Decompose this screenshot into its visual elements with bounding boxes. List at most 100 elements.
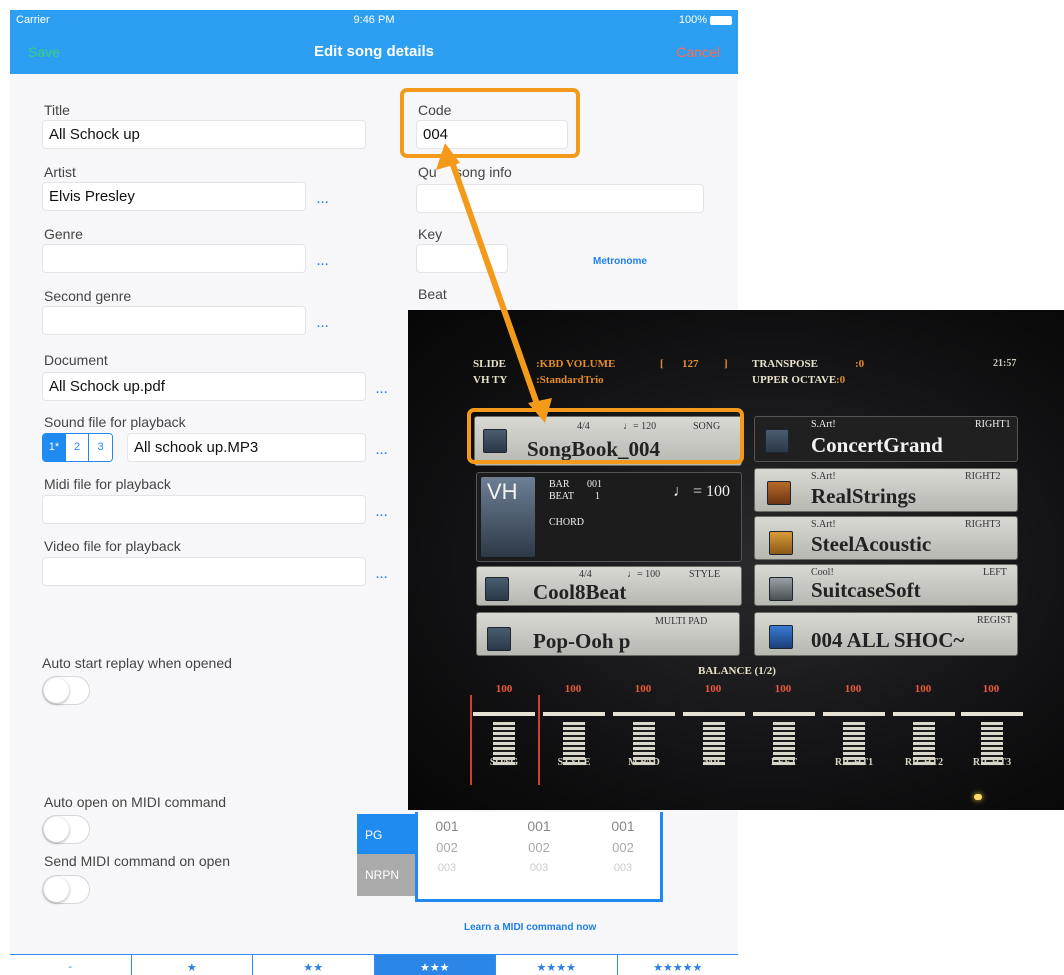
right1-prefix: S.Art! (811, 419, 836, 430)
multi-pad-name: Pop-Ooh p (533, 629, 631, 653)
left-tag: LEFT (983, 567, 1007, 578)
balance-value: 100 (982, 683, 1000, 695)
style-icon (485, 577, 509, 601)
right3-panel[interactable]: S.Art! RIGHT3 SteelAcoustic (754, 516, 1018, 560)
auto-start-toggle[interactable] (42, 676, 90, 705)
right2-prefix: S.Art! (811, 471, 836, 482)
vh-logo: VH (487, 479, 518, 504)
genre-more-button[interactable]: ... (317, 256, 329, 268)
battery-percent: 100% (678, 14, 707, 26)
code-highlight-box (400, 88, 580, 158)
slider-value: :KBD VOLUME (536, 358, 616, 370)
beat-value: 1 (595, 491, 600, 502)
midi-picker-column-1[interactable]: 001 002 003 (422, 818, 472, 874)
electric-piano-icon (769, 577, 793, 601)
genre-label: Genre (44, 226, 83, 242)
right2-panel[interactable]: S.Art! RIGHT2 RealStrings (754, 468, 1018, 512)
balance-level-line (961, 712, 1023, 716)
auto-open-toggle[interactable] (42, 815, 90, 844)
style-tag: STYLE (689, 569, 721, 580)
right1-panel[interactable]: S.Art! RIGHT1 ConcertGrand (754, 416, 1018, 462)
picker-row: 002 (528, 840, 550, 855)
registration-icon (769, 625, 793, 649)
quick-song-info-label: Qu (418, 164, 437, 180)
send-midi-toggle[interactable] (42, 875, 90, 904)
rating-none[interactable]: - (10, 955, 132, 975)
balance-value: 100 (914, 683, 932, 695)
quick-song-info-field[interactable] (416, 184, 704, 213)
key-label: Key (418, 226, 443, 242)
sound-slot-2-tab[interactable]: 2 (66, 434, 89, 461)
left-prefix: Cool! (811, 567, 834, 578)
video-file-field[interactable] (42, 557, 366, 586)
auto-start-label: Auto start replay when opened (42, 655, 232, 671)
metronome-button[interactable]: Metronome (593, 256, 647, 267)
document-field[interactable]: All Schock up.pdf (42, 372, 366, 401)
balance-channel-name: LEFT (770, 757, 798, 768)
balance-level-line (613, 712, 675, 716)
style-panel[interactable]: 4/4 ♩= 100 STYLE Cool8Beat (476, 566, 742, 606)
bracket-left: [ (660, 358, 664, 370)
keyboard-display-photo: SLIDE :KBD VOLUME [ 127 ] VH TY :Standar… (408, 310, 1064, 810)
sound-file-field[interactable]: All schook up.MP3 (127, 433, 366, 462)
transpose-value: :0 (855, 358, 865, 370)
midi-file-more-button[interactable]: ... (376, 507, 388, 519)
registration-panel[interactable]: REGIST 004 ALL SHOC~ (754, 612, 1018, 656)
second-genre-field[interactable] (42, 306, 306, 335)
sound-slot-3-tab[interactable]: 3 (89, 434, 112, 461)
picker-row: 001 (527, 818, 551, 834)
registration-name: 004 ALL SHOC~ (811, 628, 965, 652)
pg-tab[interactable]: PG (357, 814, 415, 854)
document-more-button[interactable]: ... (376, 384, 388, 396)
left-panel[interactable]: Cool! LEFT SuitcaseSoft (754, 564, 1018, 606)
key-field[interactable] (416, 244, 508, 273)
style-name: Cool8Beat (533, 580, 627, 604)
bar-beat-panel: VH BAR 001 BEAT 1 ♩ = 100 CHORD (476, 472, 742, 562)
balance-channel-name: M.PAD (628, 757, 660, 768)
balance-channel-name: RIGHT1 (834, 757, 874, 768)
right3-voice: SteelAcoustic (811, 532, 932, 556)
rating-5-stars[interactable]: ★★★★★ (618, 955, 739, 975)
rating-bar: - ★ ★★ ★★★ ★★★★ ★★★★★ (10, 954, 738, 975)
balance-value: 100 (564, 683, 582, 695)
balance-channel-name: STYLE (557, 757, 591, 768)
second-genre-more-button[interactable]: ... (317, 318, 329, 330)
bracket-right: ] (724, 358, 728, 370)
title-field[interactable]: All Schock up (42, 120, 366, 149)
style-tempo: ♩= 100 (627, 569, 661, 580)
balance-channel-name: MIC (703, 757, 725, 768)
picker-row: 003 (437, 862, 457, 874)
genre-field[interactable] (42, 244, 306, 273)
cancel-button[interactable]: Cancel (676, 44, 720, 60)
rating-3-stars[interactable]: ★★★ (374, 955, 496, 975)
video-file-more-button[interactable]: ... (376, 569, 388, 581)
rating-4-stars[interactable]: ★★★★ (496, 955, 618, 975)
right1-tag: RIGHT1 (975, 419, 1011, 430)
learn-midi-button[interactable]: Learn a MIDI command now (464, 922, 596, 933)
right1-voice: ConcertGrand (811, 433, 943, 457)
title-label: Title (44, 102, 70, 118)
right2-tag: RIGHT2 (965, 471, 1001, 482)
quick-song-info-label-tail: song info (455, 164, 512, 180)
battery-icon (710, 15, 732, 25)
multi-pad-panel[interactable]: MULTI PAD Pop-Ooh p (476, 612, 740, 656)
upper-octave-label: UPPER OCTAVE (752, 374, 837, 386)
midi-picker-column-2[interactable]: 001 002 003 (514, 818, 564, 874)
slider-label: SLIDE (473, 358, 507, 370)
rating-2-stars[interactable]: ★★ (253, 955, 375, 975)
balance-level-line (753, 712, 815, 716)
nrpn-tab[interactable]: NRPN (357, 854, 415, 896)
balance-level-line (683, 712, 745, 716)
balance-level-line (543, 712, 605, 716)
midi-picker-column-3[interactable]: 001 002 003 (598, 818, 648, 874)
artist-field[interactable]: Elvis Presley (42, 182, 306, 211)
midi-file-field[interactable] (42, 495, 366, 524)
artist-more-button[interactable]: ... (317, 194, 329, 206)
violin-icon (767, 481, 791, 505)
piano-icon (765, 429, 789, 453)
indicator-led (974, 794, 982, 800)
picker-row: 003 (613, 862, 633, 874)
sound-file-more-button[interactable]: ... (376, 445, 388, 457)
rating-1-star[interactable]: ★ (132, 955, 253, 975)
sound-slot-1-tab[interactable]: 1* (43, 434, 66, 461)
